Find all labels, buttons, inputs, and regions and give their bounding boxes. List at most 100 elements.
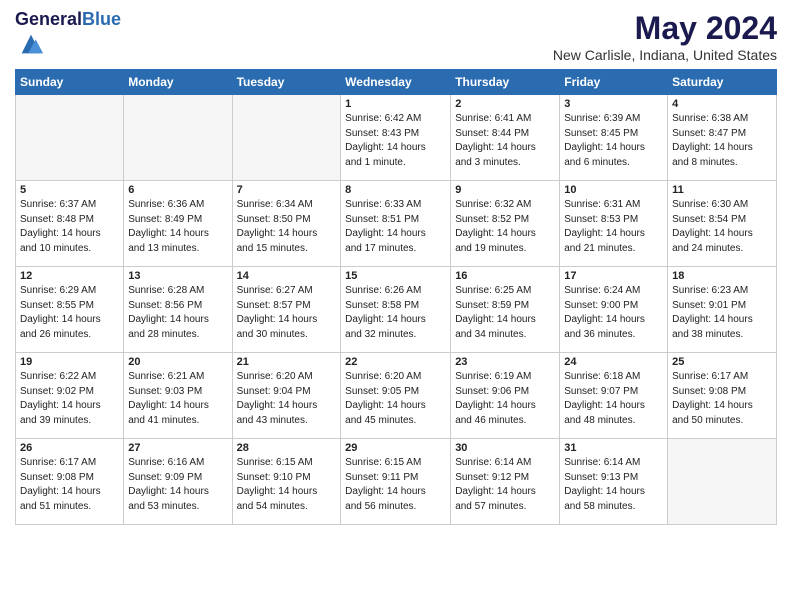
- day-cell: 10Sunrise: 6:31 AMSunset: 8:53 PMDayligh…: [560, 181, 668, 267]
- day-info: Sunrise: 6:36 AMSunset: 8:49 PMDaylight:…: [128, 198, 227, 256]
- weekday-monday: Monday: [124, 70, 232, 95]
- day-number: 3: [564, 98, 663, 110]
- day-info: Sunrise: 6:30 AMSunset: 8:54 PMDaylight:…: [672, 198, 772, 256]
- day-cell: 27Sunrise: 6:16 AMSunset: 9:09 PMDayligh…: [124, 439, 232, 525]
- day-info: Sunrise: 6:24 AMSunset: 9:00 PMDaylight:…: [564, 284, 663, 342]
- week-row-5: 26 Sunrise: 6:17 AMSunset: 9:08 PMDayligh…: [16, 439, 777, 525]
- day-cell: 22 Sunrise: 6:20 AMSunset: 9:05 PMDayligh…: [341, 353, 451, 439]
- day-cell: 30 Sunrise: 6:14 AMSunset: 9:12 PMDayligh…: [451, 439, 560, 525]
- weekday-saturday: Saturday: [668, 70, 777, 95]
- day-number: 15: [345, 270, 446, 282]
- calendar-body: 1Sunrise: 6:42 AMSunset: 8:43 PMDaylight…: [16, 95, 777, 525]
- weekday-sunday: Sunday: [16, 70, 124, 95]
- day-number: 20: [128, 356, 227, 368]
- day-number: 2: [455, 98, 555, 110]
- title-block: May 2024 New Carlisle, Indiana, United S…: [553, 10, 777, 63]
- day-number: 21: [237, 356, 337, 368]
- day-cell: 31 Sunrise: 6:14 AMSunset: 9:13 PMDayligh…: [560, 439, 668, 525]
- day-number: 23: [455, 356, 555, 368]
- day-number: 29: [345, 442, 446, 454]
- day-number: 31: [564, 442, 663, 454]
- month-year: May 2024: [553, 10, 777, 47]
- day-cell: 4 Sunrise: 6:38 AMSunset: 8:47 PMDaylight…: [668, 95, 777, 181]
- day-number: 6: [128, 184, 227, 196]
- day-number: 17: [564, 270, 663, 282]
- day-info: Sunrise: 6:20 AMSunset: 9:05 PMDaylight:…: [345, 370, 446, 428]
- logo: GeneralBlue: [15, 10, 121, 63]
- day-number: 25: [672, 356, 772, 368]
- day-info: Sunrise: 6:37 AMSunset: 8:48 PMDaylight:…: [20, 198, 119, 256]
- day-info: Sunrise: 6:25 AMSunset: 8:59 PMDaylight:…: [455, 284, 555, 342]
- day-info: Sunrise: 6:17 AMSunset: 9:08 PMDaylight:…: [672, 370, 772, 428]
- day-number: 7: [237, 184, 337, 196]
- day-number: 12: [20, 270, 119, 282]
- day-info: Sunrise: 6:18 AMSunset: 9:07 PMDaylight:…: [564, 370, 663, 428]
- day-cell: [124, 95, 232, 181]
- day-number: 28: [237, 442, 337, 454]
- day-info: Sunrise: 6:38 AMSunset: 8:47 PMDaylight:…: [672, 112, 772, 170]
- logo-general-text: General: [15, 9, 82, 29]
- day-cell: 2 Sunrise: 6:41 AMSunset: 8:44 PMDaylight…: [451, 95, 560, 181]
- weekday-tuesday: Tuesday: [232, 70, 341, 95]
- day-cell: 14 Sunrise: 6:27 AMSunset: 8:57 PMDayligh…: [232, 267, 341, 353]
- week-row-4: 19 Sunrise: 6:22 AMSunset: 9:02 PMDayligh…: [16, 353, 777, 439]
- day-cell: 24 Sunrise: 6:18 AMSunset: 9:07 PMDayligh…: [560, 353, 668, 439]
- day-number: 16: [455, 270, 555, 282]
- day-number: 24: [564, 356, 663, 368]
- day-cell: 16 Sunrise: 6:25 AMSunset: 8:59 PMDayligh…: [451, 267, 560, 353]
- day-info: Sunrise: 6:21 AMSunset: 9:03 PMDaylight:…: [128, 370, 227, 428]
- day-info: Sunrise: 6:19 AMSunset: 9:06 PMDaylight:…: [455, 370, 555, 428]
- day-info: Sunrise: 6:28 AMSunset: 8:56 PMDaylight:…: [128, 284, 227, 342]
- day-info: Sunrise: 6:20 AMSunset: 9:04 PMDaylight:…: [237, 370, 337, 428]
- day-cell: 8Sunrise: 6:33 AMSunset: 8:51 PMDaylight…: [341, 181, 451, 267]
- day-cell: 25 Sunrise: 6:17 AMSunset: 9:08 PMDayligh…: [668, 353, 777, 439]
- day-info: Sunrise: 6:23 AMSunset: 9:01 PMDaylight:…: [672, 284, 772, 342]
- day-cell: 12 Sunrise: 6:29 AMSunset: 8:55 PMDayligh…: [16, 267, 124, 353]
- day-cell: 26 Sunrise: 6:17 AMSunset: 9:08 PMDayligh…: [16, 439, 124, 525]
- day-cell: 23 Sunrise: 6:19 AMSunset: 9:06 PMDayligh…: [451, 353, 560, 439]
- day-number: 1: [345, 98, 446, 110]
- day-info: Sunrise: 6:15 AMSunset: 9:11 PMDaylight:…: [345, 456, 446, 514]
- day-info: Sunrise: 6:22 AMSunset: 9:02 PMDaylight:…: [20, 370, 119, 428]
- day-cell: 13Sunrise: 6:28 AMSunset: 8:56 PMDayligh…: [124, 267, 232, 353]
- day-info: Sunrise: 6:17 AMSunset: 9:08 PMDaylight:…: [20, 456, 119, 514]
- day-cell: 5Sunrise: 6:37 AMSunset: 8:48 PMDaylight…: [16, 181, 124, 267]
- day-number: 14: [237, 270, 337, 282]
- day-cell: 6 Sunrise: 6:36 AMSunset: 8:49 PMDaylight…: [124, 181, 232, 267]
- day-info: Sunrise: 6:15 AMSunset: 9:10 PMDaylight:…: [237, 456, 337, 514]
- week-row-1: 1Sunrise: 6:42 AMSunset: 8:43 PMDaylight…: [16, 95, 777, 181]
- day-number: 22: [345, 356, 446, 368]
- day-info: Sunrise: 6:41 AMSunset: 8:44 PMDaylight:…: [455, 112, 555, 170]
- day-cell: 29 Sunrise: 6:15 AMSunset: 9:11 PMDayligh…: [341, 439, 451, 525]
- day-info: Sunrise: 6:14 AMSunset: 9:12 PMDaylight:…: [455, 456, 555, 514]
- day-cell: [232, 95, 341, 181]
- day-cell: 18 Sunrise: 6:23 AMSunset: 9:01 PMDayligh…: [668, 267, 777, 353]
- day-cell: 15 Sunrise: 6:26 AMSunset: 8:58 PMDayligh…: [341, 267, 451, 353]
- day-cell: 28 Sunrise: 6:15 AMSunset: 9:10 PMDayligh…: [232, 439, 341, 525]
- day-number: 26: [20, 442, 119, 454]
- day-cell: 1Sunrise: 6:42 AMSunset: 8:43 PMDaylight…: [341, 95, 451, 181]
- day-number: 18: [672, 270, 772, 282]
- day-number: 19: [20, 356, 119, 368]
- week-row-3: 12 Sunrise: 6:29 AMSunset: 8:55 PMDayligh…: [16, 267, 777, 353]
- day-cell: 17 Sunrise: 6:24 AMSunset: 9:00 PMDayligh…: [560, 267, 668, 353]
- weekday-wednesday: Wednesday: [341, 70, 451, 95]
- day-number: 11: [672, 184, 772, 196]
- day-info: Sunrise: 6:26 AMSunset: 8:58 PMDaylight:…: [345, 284, 446, 342]
- day-number: 4: [672, 98, 772, 110]
- location: New Carlisle, Indiana, United States: [553, 47, 777, 63]
- day-cell: 20 Sunrise: 6:21 AMSunset: 9:03 PMDayligh…: [124, 353, 232, 439]
- day-number: 30: [455, 442, 555, 454]
- day-info: Sunrise: 6:29 AMSunset: 8:55 PMDaylight:…: [20, 284, 119, 342]
- calendar-table: SundayMondayTuesdayWednesdayThursdayFrid…: [15, 69, 777, 525]
- day-cell: 3Sunrise: 6:39 AMSunset: 8:45 PMDaylight…: [560, 95, 668, 181]
- day-info: Sunrise: 6:27 AMSunset: 8:57 PMDaylight:…: [237, 284, 337, 342]
- page: GeneralBlue May 2024 New Carlisle, India…: [0, 0, 792, 612]
- day-cell: 9Sunrise: 6:32 AMSunset: 8:52 PMDaylight…: [451, 181, 560, 267]
- logo-blue-text: Blue: [82, 9, 121, 29]
- day-cell: 19 Sunrise: 6:22 AMSunset: 9:02 PMDayligh…: [16, 353, 124, 439]
- day-info: Sunrise: 6:31 AMSunset: 8:53 PMDaylight:…: [564, 198, 663, 256]
- day-info: Sunrise: 6:14 AMSunset: 9:13 PMDaylight:…: [564, 456, 663, 514]
- day-info: Sunrise: 6:32 AMSunset: 8:52 PMDaylight:…: [455, 198, 555, 256]
- day-cell: [16, 95, 124, 181]
